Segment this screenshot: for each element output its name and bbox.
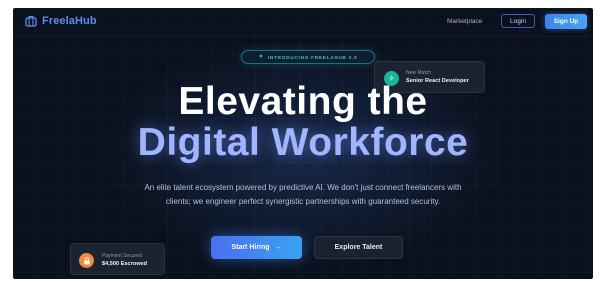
top-nav: FreelaHub Marketplace Login Sign Up bbox=[13, 8, 593, 37]
hero-description: An elite talent ecosystem powered by pre… bbox=[144, 183, 462, 206]
start-hiring-button[interactable]: Start Hiring → bbox=[211, 236, 302, 259]
login-button[interactable]: Login bbox=[501, 14, 535, 28]
sparkle-icon: ✦ bbox=[258, 54, 264, 60]
nav-link-marketplace[interactable]: Marketplace bbox=[447, 18, 482, 25]
explore-talent-button[interactable]: Explore Talent bbox=[314, 236, 403, 259]
announcement-text: INTRODUCING FREELAHUB 2.0 bbox=[267, 54, 358, 60]
brand-name: FreelaHub bbox=[42, 15, 97, 27]
arrow-right-icon: → bbox=[274, 244, 282, 251]
payment-amount: $4,500 Escrowed bbox=[102, 261, 148, 267]
signup-button[interactable]: Sign Up bbox=[545, 14, 587, 29]
brand-logo[interactable]: FreelaHub bbox=[25, 15, 97, 27]
lock-icon bbox=[79, 253, 94, 268]
hero-title-line-2: Digital Workforce bbox=[137, 121, 469, 164]
hero-title-line-1: Elevating the bbox=[178, 80, 428, 123]
announcement-badge[interactable]: ✦ INTRODUCING FREELAHUB 2.0 bbox=[241, 50, 375, 64]
payment-secured-card: Payment Secured $4,500 Escrowed bbox=[70, 243, 165, 275]
new-match-label: New Match bbox=[406, 70, 432, 76]
briefcase-icon bbox=[25, 15, 37, 27]
start-hiring-label: Start Hiring bbox=[231, 244, 270, 251]
app-window: FreelaHub Marketplace Login Sign Up ✦ IN… bbox=[13, 8, 593, 279]
payment-label: Payment Secured bbox=[102, 253, 142, 259]
